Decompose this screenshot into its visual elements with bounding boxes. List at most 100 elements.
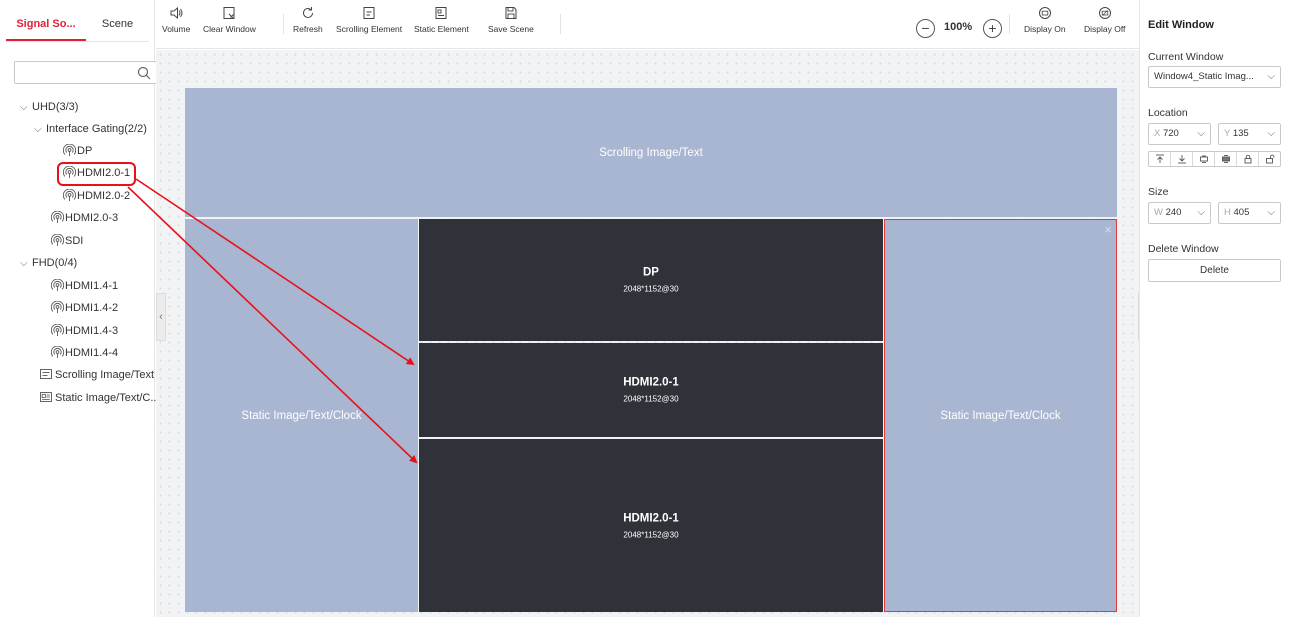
tree-signal-hdmi2-0-3[interactable]: HDMI2.0-3: [51, 209, 118, 227]
close-icon[interactable]: ×: [1104, 222, 1112, 237]
clear-window-button[interactable]: Clear Window: [203, 6, 256, 46]
toolbar-label: Scrolling Element: [336, 24, 403, 34]
window-caption: DP 2048*1152@30: [419, 267, 883, 294]
toolbar-divider: [1009, 14, 1010, 34]
tree-signal-hdmi1-4-3[interactable]: HDMI1.4-3: [51, 322, 118, 340]
search-icon[interactable]: [137, 66, 151, 80]
signal-source-icon: [51, 211, 64, 223]
zoom-out-button[interactable]: −: [916, 19, 935, 38]
tree-label: HDMI1.4-2: [65, 302, 119, 314]
clear-window-icon: [223, 7, 235, 19]
annotation-highlight: [57, 162, 136, 186]
tree-signal-hdmi1-4-2[interactable]: HDMI1.4-2: [51, 299, 118, 317]
signal-source-icon: [51, 279, 64, 291]
refresh-icon: [302, 7, 313, 18]
window-resolution: 2048*1152@30: [623, 394, 679, 404]
size-h-field[interactable]: H 405 ⌵: [1218, 202, 1281, 224]
toolbar-label: Volume: [162, 24, 191, 34]
window-resolution: 2048*1152@30: [623, 284, 679, 294]
display-on-button[interactable]: Display On: [1024, 6, 1066, 46]
scrolling-text-icon: [40, 369, 52, 379]
location-x-field[interactable]: X 720 ⌵: [1148, 123, 1211, 145]
tab-scene[interactable]: Scene: [86, 10, 149, 41]
send-to-bottom-button[interactable]: [1171, 152, 1193, 166]
tree-label: HDMI2.0-2: [77, 190, 131, 202]
chevron-down-icon[interactable]: ⌵: [34, 121, 46, 139]
delete-button[interactable]: Delete: [1148, 259, 1281, 282]
tree-group-fhd[interactable]: ⌵ FHD(0/4): [20, 254, 77, 272]
tree-label: Static Image/Text/C...: [55, 392, 160, 404]
edit-window-panel: Edit Window Current Window Window4_Stati…: [1139, 0, 1290, 617]
save-scene-button[interactable]: Save Scene: [488, 6, 534, 46]
move-down-button[interactable]: [1215, 152, 1237, 166]
select-value: Window4_Static Imag...: [1154, 71, 1254, 82]
window-dp[interactable]: DP 2048*1152@30: [419, 219, 883, 341]
window-label: Static Image/Text/Clock: [241, 409, 362, 422]
signal-source-icon: [51, 234, 64, 246]
unlock-icon: [1265, 154, 1274, 164]
zoom-level: 100%: [944, 21, 973, 33]
window-scrolling-text[interactable]: Scrolling Image/Text: [185, 88, 1117, 217]
size-w-field[interactable]: W 240 ⌵: [1148, 202, 1211, 224]
tree-group-interface-gating[interactable]: ⌵ Interface Gating(2/2): [34, 120, 147, 138]
save-icon: [505, 7, 517, 19]
collapse-left-panel-button[interactable]: ‹: [156, 293, 166, 341]
chevron-down-icon: ⌵: [1197, 207, 1205, 218]
tree-label: FHD(0/4): [32, 257, 78, 269]
field-prefix: Y: [1224, 128, 1231, 139]
refresh-button[interactable]: Refresh: [293, 6, 323, 46]
scrolling-element-icon: [363, 7, 375, 19]
unlock-button[interactable]: [1259, 152, 1280, 166]
tree-label: UHD(3/3): [32, 101, 79, 113]
bring-to-top-button[interactable]: [1149, 152, 1171, 166]
zoom-in-button[interactable]: +: [983, 19, 1002, 38]
tree-signal-hdmi1-4-4[interactable]: HDMI1.4-4: [51, 344, 118, 362]
tree-signal-sdi[interactable]: SDI: [51, 232, 83, 250]
tab-signal-source[interactable]: Signal So...: [6, 10, 86, 41]
static-element-button[interactable]: Static Element: [414, 6, 469, 46]
tree-label: HDMI1.4-4: [65, 347, 119, 359]
toolbar-label: Display On: [1024, 24, 1066, 34]
window-resolution: 2048*1152@30: [623, 530, 679, 539]
field-value: 240: [1165, 207, 1182, 218]
chevron-down-icon[interactable]: ⌵: [20, 255, 32, 273]
volume-icon: [170, 6, 183, 20]
window-source-name: HDMI2.0-1: [623, 376, 679, 389]
toolbar-label: Save Scene: [488, 24, 534, 34]
search-input[interactable]: [15, 62, 130, 83]
window-hdmi-1[interactable]: HDMI2.0-1 2048*1152@30: [419, 343, 883, 437]
window-static-right[interactable]: × Static Image/Text/Clock: [884, 219, 1117, 612]
tree-signal-hdmi2-0-2[interactable]: HDMI2.0-2: [63, 187, 130, 205]
send-to-bottom-icon: [1177, 155, 1186, 164]
bring-to-top-icon: [1155, 154, 1164, 163]
tree-signal-hdmi1-4-1[interactable]: HDMI1.4-1: [51, 277, 118, 295]
tree-signal-dp[interactable]: DP: [63, 142, 92, 160]
search-field[interactable]: [14, 61, 157, 84]
toolbar-divider: [283, 14, 284, 34]
window-static-left[interactable]: Static Image/Text/Clock: [185, 219, 418, 612]
scrolling-element-button[interactable]: Scrolling Element: [336, 6, 402, 46]
signal-source-icon: [51, 346, 64, 358]
tree-group-uhd[interactable]: ⌵ UHD(3/3): [20, 98, 78, 116]
move-up-button[interactable]: [1193, 152, 1215, 166]
tree-element-scrolling[interactable]: Scrolling Image/Text: [40, 366, 154, 384]
toolbar-label: Refresh: [293, 24, 323, 34]
current-window-select[interactable]: Window4_Static Imag... ⌵: [1148, 66, 1281, 88]
static-element-icon: [435, 7, 447, 19]
field-value: 720: [1162, 128, 1179, 139]
layer-up-icon: [1199, 155, 1208, 163]
window-label: Scrolling Image/Text: [599, 146, 703, 159]
chevron-down-icon[interactable]: ⌵: [20, 99, 32, 117]
tree-label: HDMI1.4-1: [65, 280, 119, 292]
location-label: Location: [1148, 107, 1188, 119]
location-y-field[interactable]: Y 135 ⌵: [1218, 123, 1281, 145]
window-hdmi-2[interactable]: HDMI2.0-1 2048*1152@30: [419, 439, 883, 612]
volume-button[interactable]: Volume: [162, 6, 190, 46]
layer-down-icon: [1221, 155, 1230, 163]
tree-element-static[interactable]: Static Image/Text/C...: [40, 389, 160, 407]
display-on-icon: [1038, 7, 1051, 19]
lock-button[interactable]: [1237, 152, 1259, 166]
display-off-button[interactable]: Display Off: [1084, 6, 1125, 46]
static-image-icon: [40, 392, 52, 402]
lock-icon: [1244, 154, 1251, 164]
